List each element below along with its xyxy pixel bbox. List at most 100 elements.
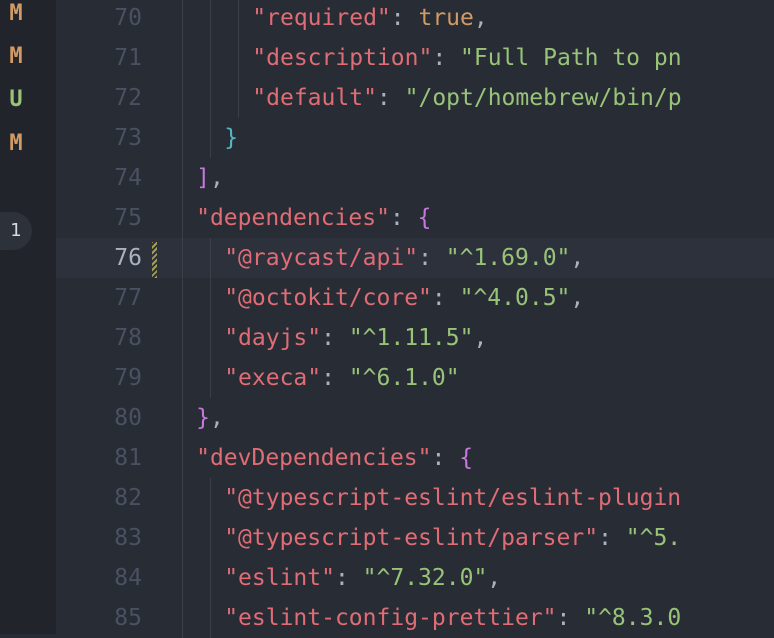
indent-guide — [182, 78, 184, 118]
indent-guide — [238, 0, 240, 38]
json-colon: : — [418, 245, 446, 271]
code-text: "@typescript-eslint/parser": "^5. — [224, 518, 681, 558]
code-line[interactable]: 70 "required": true, — [56, 0, 774, 38]
json-brace: { — [459, 445, 474, 471]
indent-guide — [182, 0, 184, 38]
json-value: true — [418, 5, 474, 31]
indent-guide — [182, 158, 184, 198]
code-text: ], — [196, 158, 224, 198]
code-text: "@typescript-eslint/eslint-plugin — [224, 478, 681, 518]
indent-guide — [182, 198, 184, 238]
code-line[interactable]: 73} — [56, 118, 774, 158]
json-value: "^6.1.0" — [348, 365, 460, 391]
json-colon: : — [556, 605, 585, 631]
code-text: } — [224, 118, 238, 158]
json-key: "@typescript-eslint/parser" — [224, 525, 599, 551]
indent-guide — [210, 278, 212, 318]
code-line[interactable]: 74], — [56, 158, 774, 198]
json-key: "@typescript-eslint/eslint-plugin — [224, 485, 682, 511]
problems-count-badge[interactable]: 1 — [0, 212, 32, 250]
indent-guide — [210, 318, 212, 358]
indent-guide — [210, 238, 212, 278]
code-line[interactable]: 72 "default": "/opt/homebrew/bin/p — [56, 78, 774, 118]
indent-guide — [210, 78, 212, 118]
line-number: 74 — [114, 165, 142, 191]
json-comma: , — [487, 565, 502, 591]
code-line[interactable]: 79 "execa": "^6.1.0" — [56, 358, 774, 398]
json-colon: : — [598, 525, 626, 551]
scm-status-modified[interactable]: M — [6, 0, 26, 34]
code-text: "eslint-config-prettier": "^8.3.0 — [224, 598, 681, 638]
code-text: "default": "/opt/homebrew/bin/p — [252, 78, 681, 118]
indent-guide — [182, 38, 184, 78]
code-line[interactable]: 85 "eslint-config-prettier": "^8.3.0 — [56, 598, 774, 638]
line-number: 80 — [114, 405, 142, 431]
json-brace: { — [417, 205, 432, 231]
json-colon: : — [321, 325, 349, 351]
line-number: 82 — [114, 485, 142, 511]
code-line[interactable]: 76 "@raycast/api": "^1.69.0", — [56, 238, 774, 278]
json-colon: : — [376, 85, 405, 111]
scm-status-modified[interactable]: M — [6, 37, 26, 77]
code-text: "required": true, — [252, 0, 487, 38]
line-number: 71 — [114, 45, 142, 71]
line-number: 77 — [114, 285, 142, 311]
indent-guide — [182, 598, 184, 638]
indent-guide — [182, 318, 184, 358]
line-number: 79 — [114, 365, 142, 391]
json-colon: : — [390, 5, 419, 31]
code-text: "@raycast/api": "^1.69.0", — [224, 238, 584, 278]
code-line[interactable]: 71 "description": "Full Path to pn — [56, 38, 774, 78]
line-number: 72 — [114, 85, 142, 111]
code-text: "dayjs": "^1.11.5", — [224, 318, 487, 358]
json-value: "/opt/homebrew/bin/p — [404, 85, 682, 111]
line-number: 75 — [114, 205, 142, 231]
json-key: "execa" — [224, 365, 322, 391]
json-key: "default" — [252, 85, 377, 111]
code-line[interactable]: 81 "devDependencies": { — [56, 438, 774, 478]
indent-guide — [210, 38, 212, 78]
indent-guide — [210, 358, 212, 398]
code-line[interactable]: 78 "dayjs": "^1.11.5", — [56, 318, 774, 358]
indent-guide — [210, 598, 212, 638]
code-line[interactable]: 82 "@typescript-eslint/eslint-plugin — [56, 478, 774, 518]
indent-guide — [210, 478, 212, 518]
code-line[interactable]: 80}, — [56, 398, 774, 438]
json-brace: } — [224, 125, 239, 151]
indent-guide — [182, 438, 184, 478]
json-key: "required" — [252, 5, 391, 31]
json-brace: ], — [196, 165, 224, 191]
code-line[interactable]: 84 "eslint": "^7.32.0", — [56, 558, 774, 598]
line-number: 81 — [114, 445, 142, 471]
code-line[interactable]: 77 "@octokit/core": "^4.0.5", — [56, 278, 774, 318]
json-value: "^7.32.0" — [362, 565, 488, 591]
json-value: "^5. — [625, 525, 682, 551]
indent-guide — [182, 358, 184, 398]
line-number: 85 — [114, 605, 142, 631]
json-colon: : — [431, 445, 460, 471]
json-value: "^1.11.5" — [348, 325, 474, 351]
code-line[interactable]: 83 "@typescript-eslint/parser": "^5. — [56, 518, 774, 558]
json-key: "dependencies" — [196, 205, 390, 231]
line-number: 70 — [114, 5, 142, 31]
code-text: "@octokit/core": "^4.0.5", — [224, 278, 584, 318]
scm-status-untracked[interactable]: U — [6, 80, 26, 120]
json-comma: , — [473, 5, 488, 31]
indent-guide — [182, 478, 184, 518]
json-colon: : — [431, 285, 460, 311]
source-control-gutter: M M U M 1 — [0, 0, 56, 634]
json-key: "@raycast/api" — [224, 245, 419, 271]
json-colon: : — [334, 565, 363, 591]
code-text: "description": "Full Path to pn — [252, 38, 681, 78]
json-value: "^1.69.0" — [445, 245, 571, 271]
indent-guide — [210, 118, 212, 158]
line-number: 84 — [114, 565, 142, 591]
json-key: "eslint-config-prettier" — [224, 605, 557, 631]
json-key: "dayjs" — [224, 325, 322, 351]
json-comma: , — [473, 325, 488, 351]
scm-status-modified[interactable]: M — [6, 124, 26, 164]
code-text: "execa": "^6.1.0" — [224, 358, 459, 398]
json-colon: : — [389, 205, 418, 231]
code-line[interactable]: 75 "dependencies": { — [56, 198, 774, 238]
json-key: "@octokit/core" — [224, 285, 432, 311]
